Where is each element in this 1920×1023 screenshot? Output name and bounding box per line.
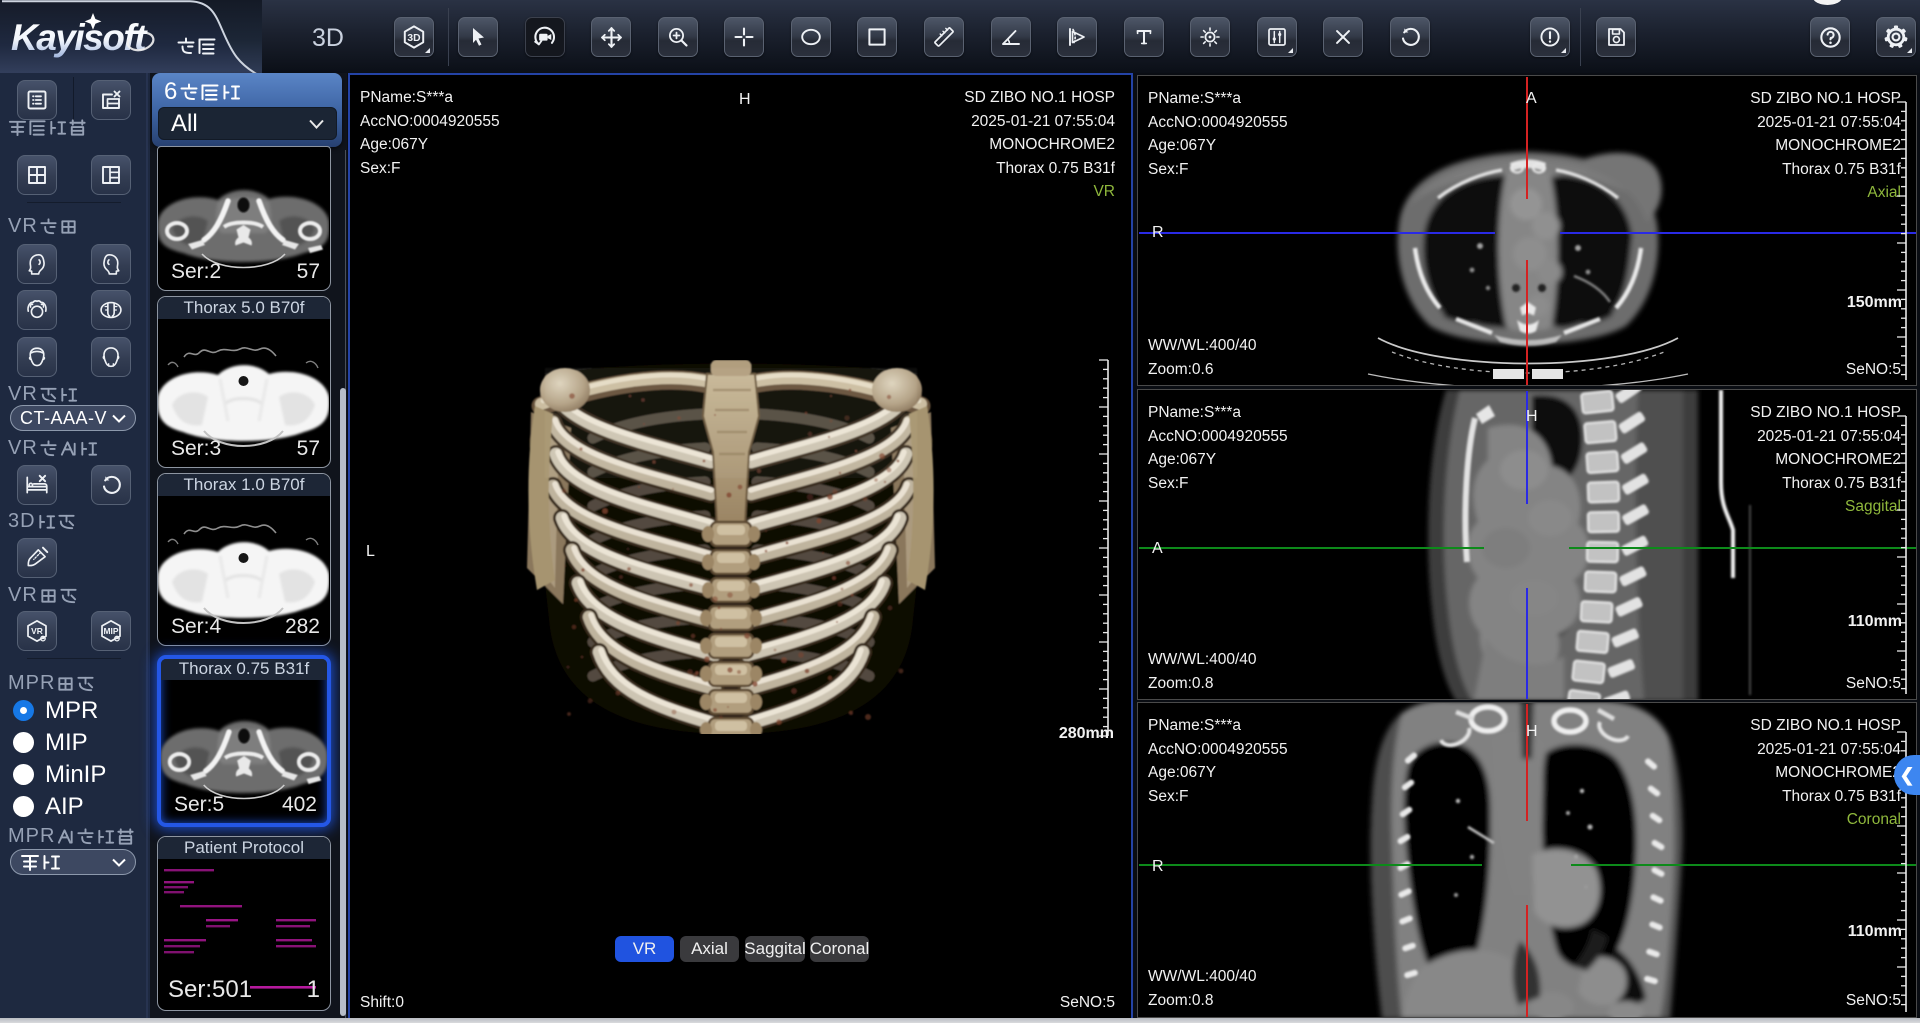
svg-text:VR: VR: [31, 626, 43, 636]
svg-text:3D: 3D: [407, 33, 420, 44]
svg-text:MIP: MIP: [103, 626, 118, 636]
svg-text:Kayisoft: Kayisoft: [11, 17, 148, 58]
